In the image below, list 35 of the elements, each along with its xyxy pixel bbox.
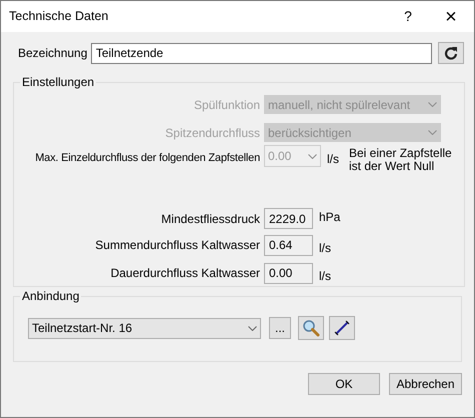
value-field[interactable]: 0.00 bbox=[264, 262, 313, 284]
search-button[interactable] bbox=[298, 316, 324, 340]
field-label: Spülfunktion bbox=[192, 96, 261, 114]
ok-button[interactable]: OK bbox=[308, 373, 380, 395]
chevron-icon bbox=[248, 326, 257, 330]
group-legend: Anbindung bbox=[20, 290, 82, 302]
help-button[interactable]: ? bbox=[388, 2, 428, 32]
field-label: Bezeichnung bbox=[18, 45, 88, 62]
unit-label: hPa bbox=[319, 209, 340, 226]
field-label: Dauerdurchfluss Kaltwasser bbox=[110, 265, 261, 282]
field-label: Max. Einzeldurchfluss der folgenden Zapfstellen bbox=[34, 151, 261, 166]
refresh-icon bbox=[444, 46, 458, 60]
unit-label: l/s bbox=[319, 268, 331, 285]
field-label: Summendurchfluss Kaltwasser bbox=[94, 237, 261, 254]
name-field[interactable]: Teilnetzende bbox=[90, 42, 432, 64]
field-label: Mindestfliessdruck bbox=[160, 210, 261, 228]
more-button[interactable]: ... bbox=[269, 317, 291, 339]
unit-label: l/s bbox=[327, 151, 339, 168]
group-legend: Einstellungen bbox=[20, 76, 96, 88]
search-icon bbox=[302, 319, 320, 337]
window-title: Technische Daten bbox=[9, 8, 110, 26]
unit-label: l/s bbox=[319, 240, 331, 257]
dropdown[interactable]: Teilnetzstart-Nr. 16 bbox=[28, 318, 261, 338]
chevron-icon bbox=[428, 102, 437, 107]
chevron-icon bbox=[428, 130, 437, 135]
value-field[interactable]: 0.64 bbox=[264, 234, 313, 256]
line-icon bbox=[334, 320, 350, 336]
close-button[interactable]: × bbox=[428, 2, 474, 32]
chevron-icon bbox=[308, 154, 317, 158]
measure-button[interactable] bbox=[329, 316, 355, 340]
note-text: Bei einer Zapfstelle ist der Wert Null bbox=[349, 147, 453, 173]
value-field[interactable]: 2229.0 bbox=[264, 208, 313, 229]
field-label: Spitzendurchfluss bbox=[164, 124, 261, 142]
cancel-button[interactable]: Abbrechen bbox=[389, 373, 462, 395]
refresh-button[interactable] bbox=[438, 42, 464, 64]
